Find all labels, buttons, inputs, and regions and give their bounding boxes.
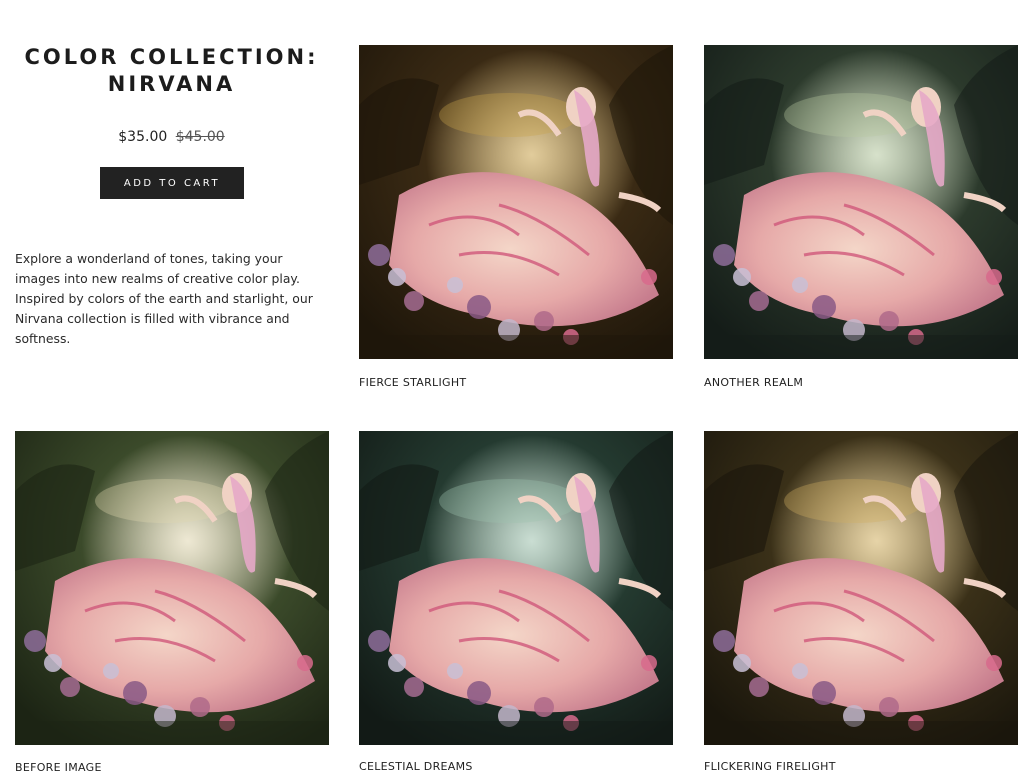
gallery-caption: FIERCE STARLIGHT (359, 376, 467, 389)
price-row: $35.00 $45.00 (15, 129, 328, 145)
gallery-caption: CELESTIAL DREAMS (359, 760, 473, 773)
product-description: Explore a wonderland of tones, taking yo… (15, 251, 313, 346)
gallery-tile-before-image: BEFORE IMAGE (15, 431, 329, 774)
product-title: COLOR COLLECTION: NIRVANA (15, 44, 328, 98)
gallery-photo[interactable] (15, 431, 329, 745)
gallery-photo[interactable] (359, 431, 673, 745)
gallery-tile-flickering-firelight: FLICKERING FIRELIGHT (704, 431, 1018, 773)
add-to-cart-button[interactable]: ADD TO CART (100, 167, 244, 199)
gallery-photo[interactable] (704, 45, 1018, 359)
photo-image (359, 431, 673, 745)
photo-image (704, 431, 1018, 745)
sale-price: $35.00 (118, 129, 168, 145)
gallery-tile-celestial-dreams: CELESTIAL DREAMS (359, 431, 673, 773)
original-price: $45.00 (175, 129, 225, 145)
gallery-photo[interactable] (704, 431, 1018, 745)
gallery-caption: BEFORE IMAGE (15, 761, 102, 774)
photo-image (15, 431, 329, 745)
gallery-caption: ANOTHER REALM (704, 376, 804, 389)
gallery-tile-another-realm: ANOTHER REALM (704, 45, 1018, 389)
photo-image (704, 45, 1018, 359)
product-title-line1: COLOR COLLECTION: (24, 45, 319, 69)
gallery-caption: FLICKERING FIRELIGHT (704, 760, 836, 773)
product-title-line2: NIRVANA (107, 72, 236, 96)
gallery-photo[interactable] (359, 45, 673, 359)
gallery-tile-fierce-starlight: FIERCE STARLIGHT (359, 45, 673, 389)
photo-image (359, 45, 673, 359)
